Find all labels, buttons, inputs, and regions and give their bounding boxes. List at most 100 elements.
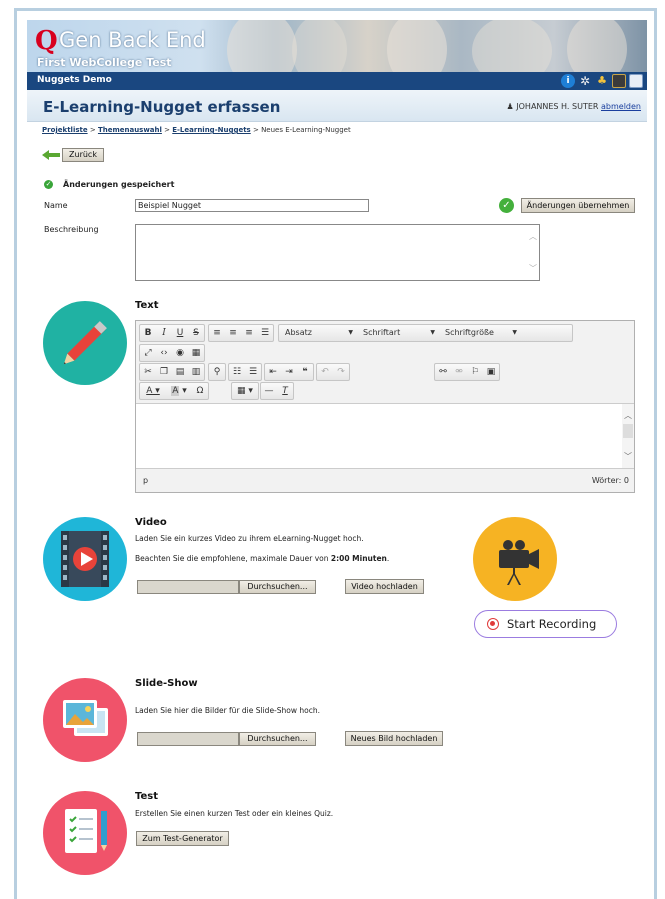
start-recording-button[interactable]: Start Recording <box>474 610 617 638</box>
undo-icon[interactable]: ↶ <box>317 364 333 380</box>
toolbar-group-find: ⚲ <box>208 363 226 381</box>
toolbar-group-table: ▦ ▾ <box>231 382 259 400</box>
users-icon[interactable]: ♣ <box>595 74 609 88</box>
title-bar: E-Learning-Nugget erfassen ♟ JOHANNES H.… <box>27 90 647 122</box>
word-count: Wörter: 0 <box>591 476 629 485</box>
scroll-up-icon[interactable]: ︿ <box>529 231 537 242</box>
preview-icon[interactable]: ◉ <box>172 345 188 361</box>
bullet-list-icon[interactable]: ☷ <box>229 364 245 380</box>
video-section-title: Video <box>135 517 167 528</box>
banner-photo <box>387 20 447 72</box>
paste-icon[interactable]: ▤ <box>172 364 188 380</box>
cut-icon[interactable]: ✂ <box>140 364 156 380</box>
page-title: E-Learning-Nugget erfassen <box>43 98 281 116</box>
table-icon[interactable]: ▦ ▾ <box>232 383 258 399</box>
user-info: ♟ JOHANNES H. SUTER abmelden <box>507 102 641 111</box>
breadcrumb: Projektliste > Themenauswahl > E-Learnin… <box>42 126 351 134</box>
breadcrumb-link-projects[interactable]: Projektliste <box>42 126 88 134</box>
link-icon[interactable]: ⚯ <box>435 364 451 380</box>
scroll-thumb[interactable] <box>623 424 633 438</box>
nav-label[interactable]: Nuggets Demo <box>37 75 112 85</box>
rich-text-editor: B I U S ≡ ≡ ≡ ☰ Absatz ▼ Schriftart ▼ Schr… <box>135 320 635 493</box>
breadcrumb-separator: > <box>161 126 173 134</box>
redo-icon[interactable]: ↷ <box>333 364 349 380</box>
horizontal-rule-icon[interactable]: — <box>261 383 277 399</box>
test-instructions: Erstellen Sie einen kurzen Test oder ein… <box>135 809 334 818</box>
toolbar-group-view: ⤢ ‹› ◉ ▦ <box>139 344 205 362</box>
scroll-down-icon[interactable]: ﹀ <box>529 263 537 274</box>
strikethrough-icon[interactable]: S <box>188 325 204 341</box>
video-duration-note: Beachten Sie die empfohlene, maximale Da… <box>135 554 389 563</box>
slideshow-file-input[interactable] <box>137 732 239 746</box>
text-section-title: Text <box>135 300 159 311</box>
toolbar-group-lists: ☷ ☰ <box>228 363 262 381</box>
toolbar-group-history: ↶ ↷ <box>316 363 350 381</box>
unlink-icon[interactable]: ⚮ <box>451 364 467 380</box>
text-color-icon[interactable]: A ▾ <box>140 383 166 399</box>
indent-icon[interactable]: ⇥ <box>281 364 297 380</box>
logo-title: Gen Back End <box>59 28 206 52</box>
copy-icon[interactable]: ❐ <box>156 364 172 380</box>
info-icon[interactable]: i <box>561 74 575 88</box>
gear-icon[interactable]: ✲ <box>578 74 592 88</box>
scroll-down-icon[interactable]: ﹀ <box>624 451 632 462</box>
size-dropdown[interactable]: Schriftgröße ▼ <box>439 325 521 341</box>
toolbar-group-insert: ⚯ ⚮ ⚐ ▣ <box>434 363 500 381</box>
breadcrumb-link-topics[interactable]: Themenauswahl <box>98 126 162 134</box>
numbered-list-icon[interactable]: ☰ <box>245 364 261 380</box>
blockquote-icon[interactable]: ❝ <box>297 364 313 380</box>
align-justify-icon[interactable]: ☰ <box>257 325 273 341</box>
breadcrumb-link-nuggets[interactable]: E-Learning-Nuggets <box>172 126 250 134</box>
video-instructions: Laden Sie ein kurzes Video zu ihrem eLea… <box>135 534 364 543</box>
toolbar-group-color: A ▾ A ▾ Ω <box>139 382 209 400</box>
align-left-icon[interactable]: ≡ <box>209 325 225 341</box>
back-button[interactable]: Zurück <box>62 148 104 162</box>
find-icon[interactable]: ⚲ <box>209 364 225 380</box>
editor-content-area[interactable]: ︿ ﹀ <box>136 403 634 469</box>
header-banner: Q Gen Back End First WebCollege Test <box>27 20 647 72</box>
apply-changes-button[interactable]: Änderungen übernehmen <box>521 198 635 213</box>
scroll-up-icon[interactable]: ︿ <box>624 410 632 421</box>
print-icon[interactable]: ▦ <box>188 345 204 361</box>
logout-link[interactable]: abmelden <box>601 102 641 111</box>
underline-icon[interactable]: U <box>172 325 188 341</box>
document-icon[interactable] <box>629 74 643 88</box>
video-duration-value: 2:00 Minuten <box>330 554 387 563</box>
back-arrow-icon[interactable] <box>42 150 60 160</box>
site-subtitle: First WebCollege Test <box>37 56 172 69</box>
video-file-input[interactable] <box>137 580 239 594</box>
slideshow-upload-button[interactable]: Neues Bild hochladen <box>345 731 443 746</box>
name-input[interactable]: Beispiel Nugget <box>135 199 369 212</box>
format-dropdown[interactable]: Absatz ▼ <box>279 325 357 341</box>
toolbar-group-misc: — T <box>260 382 294 400</box>
background-color-icon[interactable]: A ▾ <box>166 383 192 399</box>
align-center-icon[interactable]: ≡ <box>225 325 241 341</box>
check-icon: ✓ <box>44 180 53 189</box>
size-dropdown-value: Schriftgröße <box>445 328 494 337</box>
special-char-icon[interactable]: Ω <box>192 383 208 399</box>
toolbar-group-clipboard: ✂ ❐ ▤ ▥ <box>139 363 205 381</box>
slideshow-browse-button[interactable]: Durchsuchen... <box>239 732 316 746</box>
format-dropdown-value: Absatz <box>285 328 312 337</box>
bold-icon[interactable]: B <box>140 325 156 341</box>
align-right-icon[interactable]: ≡ <box>241 325 257 341</box>
italic-icon[interactable]: I <box>156 325 172 341</box>
paste-text-icon[interactable]: ▥ <box>188 364 204 380</box>
editor-scrollbar[interactable]: ︿ ﹀ <box>622 404 634 468</box>
start-recording-label: Start Recording <box>507 617 597 631</box>
source-code-icon[interactable]: ‹› <box>156 345 172 361</box>
anchor-icon[interactable]: ⚐ <box>467 364 483 380</box>
outdent-icon[interactable]: ⇤ <box>265 364 281 380</box>
image-icon[interactable]: ▣ <box>483 364 499 380</box>
toolbar-group-align: ≡ ≡ ≡ ☰ <box>208 324 274 342</box>
slideshow-instructions: Laden Sie hier die Bilder für die Slide-… <box>135 706 320 715</box>
user-name: JOHANNES H. SUTER <box>516 102 599 111</box>
fullscreen-icon[interactable]: ⤢ <box>140 345 156 361</box>
test-generator-button[interactable]: Zum Test-Generator <box>136 831 229 846</box>
font-dropdown[interactable]: Schriftart ▼ <box>357 325 439 341</box>
video-browse-button[interactable]: Durchsuchen... <box>239 580 316 594</box>
video-upload-button[interactable]: Video hochladen <box>345 579 424 594</box>
monitor-icon[interactable] <box>612 74 626 88</box>
description-textarea[interactable]: ︿ ﹀ <box>135 224 540 281</box>
clear-format-icon[interactable]: T <box>277 383 293 399</box>
